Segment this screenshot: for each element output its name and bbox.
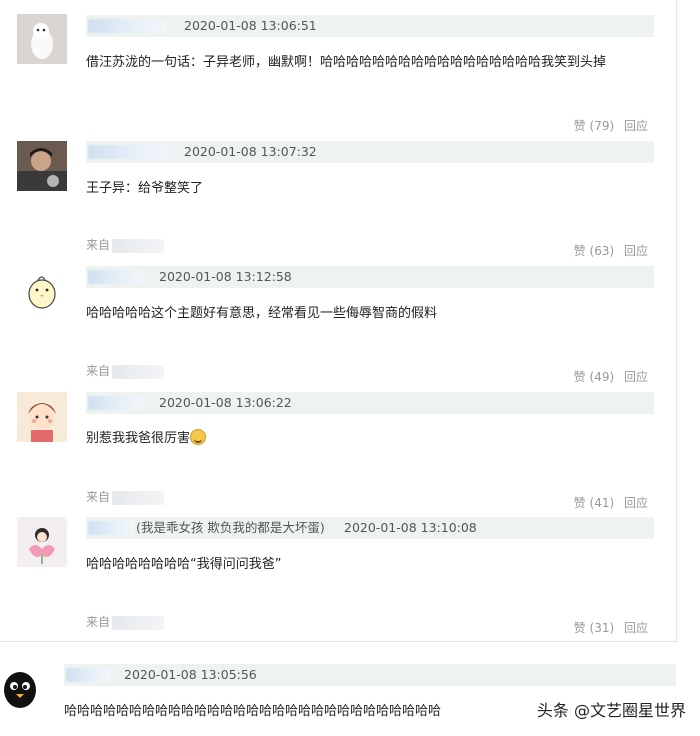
blurred-source: [112, 490, 165, 505]
avatar[interactable]: [17, 392, 67, 442]
reply-button[interactable]: 回应: [624, 370, 648, 384]
comment-timestamp: 2020-01-08 13:06:51: [184, 18, 317, 33]
source-prefix: 来自: [86, 615, 111, 629]
blurred-username[interactable]: [88, 521, 134, 535]
comment-meta-bar: 2020-01-08 13:05:56: [64, 664, 676, 686]
reply-button[interactable]: 回应: [624, 244, 648, 258]
comment-actions: 赞 (49) 回应: [562, 368, 648, 385]
comment-actions: 赞 (63) 回应: [562, 242, 648, 259]
comment-timestamp: 2020-01-08 13:12:58: [159, 269, 292, 284]
blurred-username[interactable]: [66, 668, 110, 682]
like-button[interactable]: 赞 (63): [568, 244, 614, 258]
source-prefix: 来自: [86, 490, 111, 504]
like-button[interactable]: 赞 (31): [568, 621, 614, 635]
blurred-source: [112, 364, 165, 379]
comment-source: 来自: [86, 237, 165, 253]
comment-source: 来自: [86, 489, 165, 505]
comment-panel: 2020-01-08 13:06:51 借汪苏泷的一句话：子异老师，幽默啊！哈哈…: [0, 0, 677, 642]
blurred-source: [112, 238, 165, 253]
like-count: (63): [589, 244, 615, 258]
avatar-white-figure-icon: [17, 14, 67, 64]
watermark: 头条 @文艺圈星世界: [536, 701, 686, 720]
comment-timestamp: 2020-01-08 13:06:22: [159, 395, 292, 410]
comment-meta-bar: 2020-01-08 13:06:22: [86, 392, 654, 414]
comment-meta-bar: 2020-01-08 13:06:51: [86, 15, 654, 37]
source-prefix: 来自: [86, 238, 111, 252]
comment-source: 来自: [86, 363, 165, 379]
reply-button[interactable]: 回应: [624, 119, 648, 133]
avatar-girl-icon: [17, 392, 67, 442]
like-count: (41): [589, 496, 615, 510]
blurred-username[interactable]: [88, 19, 166, 33]
like-count: (79): [589, 119, 615, 133]
blurred-username[interactable]: [88, 145, 168, 159]
laughing-emoji-icon: [190, 429, 207, 445]
comment-text: 别惹我我爸很厉害: [86, 428, 646, 450]
like-count: (31): [589, 621, 615, 635]
like-label: 赞: [573, 621, 586, 635]
comment-meta-bar: 2020-01-08 13:12:58: [86, 266, 654, 288]
comment-text: 王子异：给爷整笑了: [86, 181, 204, 196]
reply-button[interactable]: 回应: [624, 496, 648, 510]
avatar[interactable]: [17, 517, 67, 567]
avatar[interactable]: [17, 141, 67, 191]
comment-text: 借汪苏泷的一句话：子异老师，幽默啊！哈哈哈哈哈哈哈哈哈哈哈哈哈哈哈哈哈我笑到头掉: [86, 55, 607, 70]
like-count: (49): [589, 370, 615, 384]
like-label: 赞: [573, 496, 586, 510]
comment-source: 来自: [86, 614, 165, 630]
like-label: 赞: [573, 244, 586, 258]
comment-text-body: 别惹我我爸很厉害: [86, 431, 191, 446]
comment-text: 哈哈哈哈哈哈哈哈“我得问问我爸”: [86, 557, 282, 572]
like-label: 赞: [573, 119, 586, 133]
blurred-source: [112, 615, 165, 630]
comment-timestamp: 2020-01-08 13:07:32: [184, 144, 317, 159]
username-note: (我是乖女孩 欺负我的都是大坏蛋): [136, 520, 325, 535]
comment-text: 哈哈哈哈哈这个主题好有意思，经常看见一些侮辱智商的假料: [86, 306, 438, 321]
avatar-flower-girl-icon: [17, 517, 67, 567]
comment-actions: 赞 (31) 回应: [562, 619, 648, 636]
avatar[interactable]: [17, 266, 67, 316]
avatar-chick-icon: [17, 266, 67, 316]
comment-timestamp: 2020-01-08 13:05:56: [124, 667, 257, 682]
avatar-black-bird-icon: [0, 664, 44, 714]
comment-meta-bar: (我是乖女孩 欺负我的都是大坏蛋) 2020-01-08 13:10:08: [86, 517, 654, 539]
blurred-username[interactable]: [88, 270, 144, 284]
avatar-photo-icon: [17, 141, 67, 191]
comment-text: 哈哈哈哈哈哈哈哈哈哈哈哈哈哈哈哈哈哈哈哈哈哈哈哈哈哈哈哈哈: [64, 704, 442, 719]
avatar[interactable]: [0, 664, 44, 714]
comment-meta-bar: 2020-01-08 13:07:32: [86, 141, 654, 163]
like-button[interactable]: 赞 (79): [568, 119, 614, 133]
like-button[interactable]: 赞 (41): [568, 496, 614, 510]
comment-actions: 赞 (79) 回应: [562, 117, 648, 134]
blurred-username[interactable]: [88, 396, 144, 410]
source-prefix: 来自: [86, 364, 111, 378]
avatar[interactable]: [17, 14, 67, 64]
reply-button[interactable]: 回应: [624, 621, 648, 635]
like-button[interactable]: 赞 (49): [568, 370, 614, 384]
comment-timestamp: 2020-01-08 13:10:08: [344, 520, 477, 535]
like-label: 赞: [573, 370, 586, 384]
comment-actions: 赞 (41) 回应: [562, 494, 648, 511]
